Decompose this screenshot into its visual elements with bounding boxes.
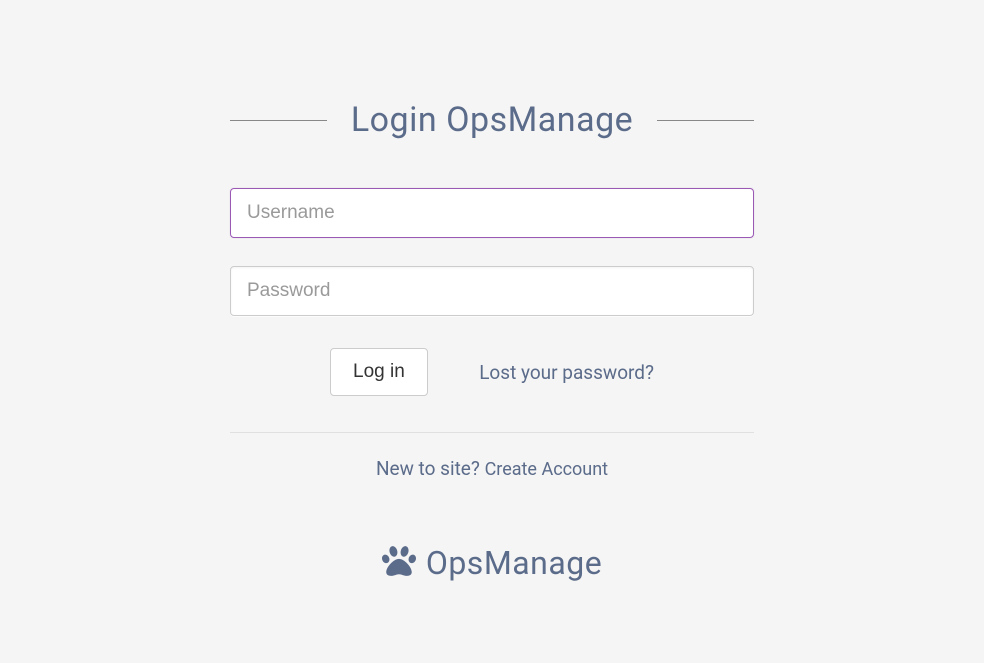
title-divider-right bbox=[657, 120, 754, 121]
username-input[interactable] bbox=[230, 188, 754, 238]
lost-password-link[interactable]: Lost your password? bbox=[479, 361, 654, 384]
page-title: Login OpsManage bbox=[327, 100, 657, 140]
password-input[interactable] bbox=[230, 266, 754, 316]
divider bbox=[230, 432, 754, 433]
login-form: Login OpsManage Log in Lost your passwor… bbox=[230, 100, 754, 582]
paw-icon bbox=[382, 544, 416, 582]
login-button[interactable]: Log in bbox=[330, 348, 428, 396]
brand-row: OpsManage bbox=[230, 544, 754, 582]
action-row: Log in Lost your password? bbox=[230, 348, 754, 396]
signup-row: New to site? Create Account bbox=[230, 457, 754, 480]
brand-name: OpsManage bbox=[426, 544, 602, 582]
title-row: Login OpsManage bbox=[230, 100, 754, 140]
signup-prompt: New to site? bbox=[376, 457, 485, 480]
title-divider-left bbox=[230, 120, 327, 121]
create-account-link[interactable]: Create Account bbox=[485, 459, 609, 480]
